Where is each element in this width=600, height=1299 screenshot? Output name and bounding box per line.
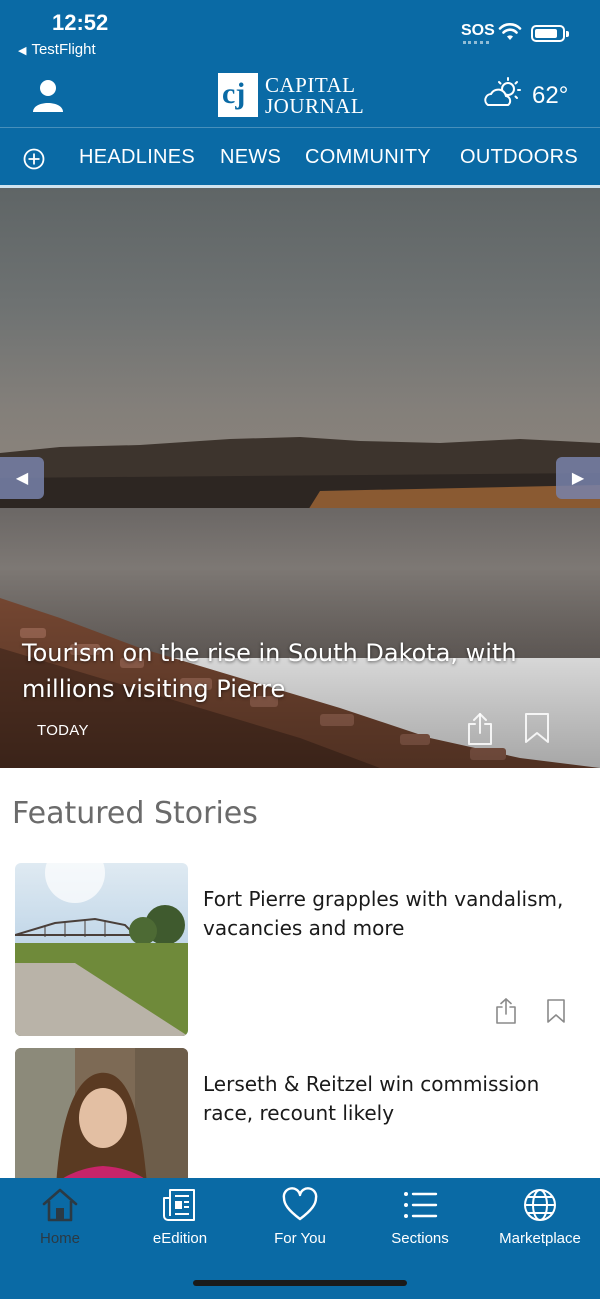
tab-label: Home bbox=[39, 1230, 80, 1247]
logo-text-line2: JOURNAL bbox=[265, 94, 365, 118]
home-indicator bbox=[193, 1280, 407, 1286]
tab-label: Sections bbox=[391, 1230, 449, 1247]
header-divider bbox=[0, 127, 600, 128]
tab-eedition[interactable]: eEdition bbox=[120, 1178, 240, 1268]
story-title[interactable]: Lerseth & Reitzel win commission race, r… bbox=[203, 1070, 573, 1128]
tab-headlines[interactable]: HEADLINES bbox=[79, 146, 195, 169]
tab-community[interactable]: COMMUNITY bbox=[305, 146, 431, 169]
featured-stories-heading: Featured Stories bbox=[12, 796, 258, 831]
partly-cloudy-icon[interactable] bbox=[482, 76, 524, 110]
tab-home[interactable]: Home bbox=[0, 1178, 120, 1268]
status-time: 12:52 bbox=[52, 10, 109, 35]
heart-icon bbox=[282, 1187, 318, 1221]
list-icon bbox=[404, 1192, 438, 1218]
hero-next-button[interactable]: ▶ bbox=[556, 457, 600, 499]
bookmark-icon[interactable] bbox=[524, 712, 550, 744]
newspaper-icon bbox=[163, 1189, 195, 1221]
globe-icon bbox=[524, 1189, 556, 1221]
hero-story[interactable]: ◀ ▶ Tourism on the rise in South Dakota,… bbox=[0, 188, 600, 768]
temperature[interactable]: 62° bbox=[532, 82, 568, 110]
hero-prev-button[interactable]: ◀ bbox=[0, 457, 44, 499]
tab-news[interactable]: NEWS bbox=[220, 146, 281, 169]
tab-outdoors[interactable]: OUTDOORS bbox=[460, 146, 578, 169]
share-icon[interactable] bbox=[465, 712, 495, 746]
user-icon[interactable] bbox=[30, 78, 66, 114]
tab-label: eEdition bbox=[152, 1230, 208, 1247]
tab-label: Marketplace bbox=[499, 1230, 581, 1247]
triangle-left-icon: ◀ bbox=[15, 468, 29, 487]
story-thumbnail bbox=[15, 863, 188, 1036]
wifi-icon bbox=[498, 23, 522, 40]
home-icon bbox=[42, 1188, 78, 1222]
share-icon[interactable] bbox=[494, 997, 518, 1025]
sos-indicator: SOS bbox=[461, 22, 495, 39]
triangle-right-icon: ▶ bbox=[571, 468, 585, 487]
bookmark-icon[interactable] bbox=[546, 998, 566, 1024]
tab-for-you[interactable]: For You bbox=[240, 1178, 360, 1268]
tab-label: For You bbox=[274, 1230, 326, 1247]
tab-marketplace[interactable]: Marketplace bbox=[480, 1178, 600, 1268]
logo-mark: cj bbox=[218, 73, 258, 117]
story-title[interactable]: Fort Pierre grapples with vandalism, vac… bbox=[203, 885, 573, 943]
hero-title[interactable]: Tourism on the rise in South Dakota, wit… bbox=[22, 635, 582, 707]
capital-journal-logo[interactable]: cj CAPITAL JOURNAL bbox=[218, 73, 388, 119]
back-to-testflight-link[interactable]: ◀ TestFlight bbox=[18, 41, 96, 58]
hero-date: TODAY bbox=[37, 722, 89, 739]
back-app-label: TestFlight bbox=[31, 41, 96, 58]
back-triangle-icon: ◀ bbox=[18, 45, 27, 57]
sos-dots bbox=[463, 41, 489, 44]
tab-sections[interactable]: Sections bbox=[360, 1178, 480, 1268]
battery-icon bbox=[531, 25, 569, 42]
plus-circle-icon[interactable] bbox=[23, 148, 45, 170]
